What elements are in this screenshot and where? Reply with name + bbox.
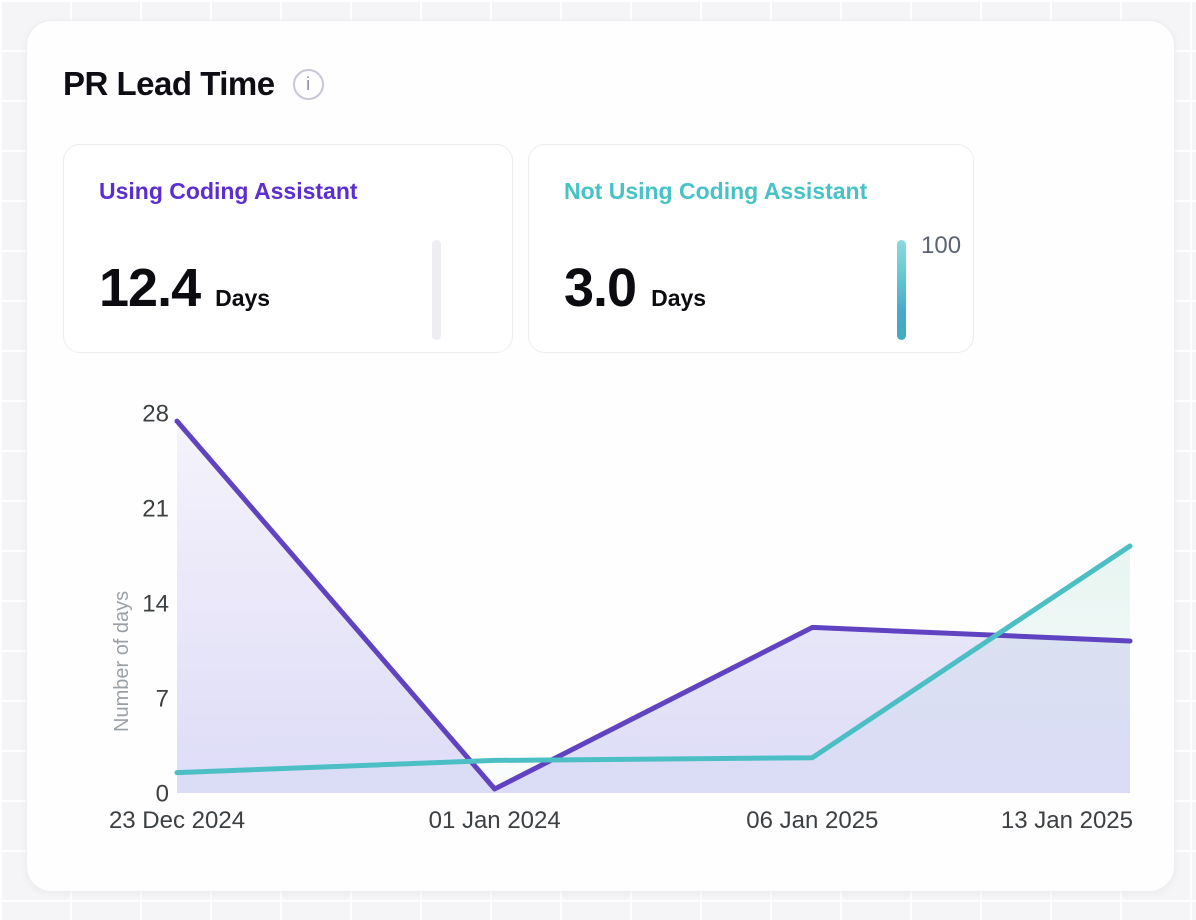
svg-text:14: 14	[142, 591, 169, 618]
svg-text:7: 7	[156, 686, 169, 713]
y-axis-title: Number of days	[111, 556, 135, 766]
pr-lead-time-card: PR Lead Time i Using Coding Assistant 12…	[26, 20, 1175, 892]
chart-area-fills	[177, 421, 1130, 793]
page-background: { "header": { "title": "PR Lead Time" },…	[0, 0, 1196, 920]
chart-canvas: 0 7 14 21 28 23 Dec 2024 01 Jan 2024 06 Jan 20…	[27, 21, 1174, 891]
y-axis-tick-labels: 0 7 14 21 28	[142, 401, 169, 808]
svg-text:28: 28	[142, 401, 169, 428]
lead-time-chart[interactable]: 0 7 14 21 28 23 Dec 2024 01 Jan 2024 06 Jan 20…	[27, 21, 1174, 891]
svg-text:21: 21	[142, 496, 169, 523]
x-axis-tick-labels: 23 Dec 2024 01 Jan 2024 06 Jan 2025 13 Jan …	[109, 807, 1133, 834]
svg-text:01 Jan 2024: 01 Jan 2024	[429, 807, 561, 834]
svg-text:0: 0	[156, 781, 169, 808]
svg-text:23 Dec 2024: 23 Dec 2024	[109, 807, 245, 834]
svg-text:06 Jan 2025: 06 Jan 2025	[746, 807, 878, 834]
svg-text:13 Jan 2025: 13 Jan 2025	[1001, 807, 1133, 834]
